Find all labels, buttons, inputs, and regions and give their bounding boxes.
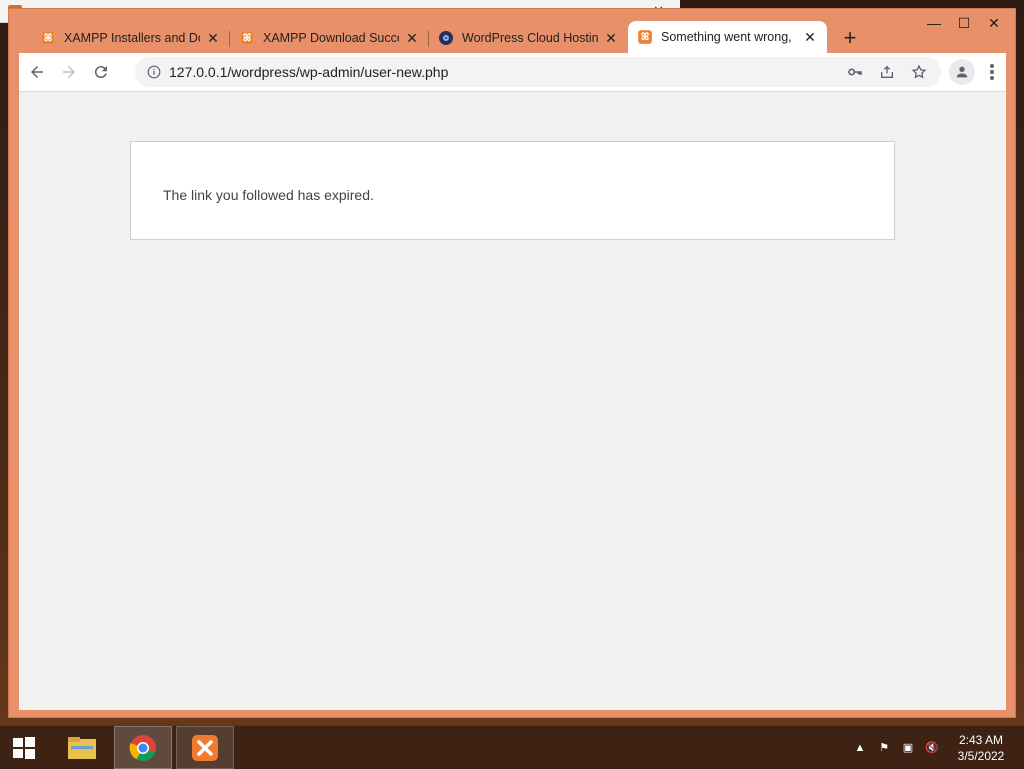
start-button[interactable] — [0, 726, 48, 769]
bookmark-star-icon[interactable] — [903, 64, 935, 80]
person-icon — [956, 66, 968, 78]
share-icon[interactable] — [871, 64, 903, 80]
tab-wordpress-cloud[interactable]: WordPress Cloud Hostin ✕ — [429, 23, 628, 53]
chevron-up-icon[interactable]: ▲ — [848, 742, 872, 754]
system-tray: ▲ ⚑ ▣ 🔇 2:43 AM 3/5/2022 — [848, 726, 1024, 769]
arrow-right-icon — [63, 66, 75, 78]
error-message-box: The link you followed has expired. — [130, 141, 895, 240]
wordpress-cloud-icon — [439, 31, 453, 45]
menu-button[interactable] — [981, 59, 1003, 85]
close-icon[interactable]: ✕ — [979, 11, 1009, 35]
xampp-icon: ꕤ — [240, 31, 254, 45]
close-icon[interactable]: ✕ — [403, 30, 421, 47]
tab-title: Something went wrong, — [661, 30, 792, 44]
tab-something-went-wrong[interactable]: ꕤ Something went wrong, ✕ — [628, 21, 827, 53]
clock-time: 2:43 AM — [958, 732, 1004, 747]
key-icon[interactable] — [839, 64, 871, 80]
tab-title: WordPress Cloud Hostin — [462, 31, 598, 45]
tab-title: XAMPP Installers and Do — [64, 31, 200, 45]
tab-title: XAMPP Download Succe — [263, 31, 399, 45]
volume-muted-icon[interactable]: 🔇 — [920, 741, 944, 754]
close-icon[interactable]: ✕ — [602, 30, 620, 47]
error-message: The link you followed has expired. — [163, 187, 374, 203]
reload-icon — [94, 66, 107, 79]
taskbar-xampp[interactable] — [176, 726, 234, 769]
close-icon[interactable]: ✕ — [801, 29, 819, 46]
windows-icon — [13, 736, 35, 759]
xampp-icon: ꕤ — [41, 31, 55, 45]
xampp-icon: ꕤ — [638, 30, 652, 44]
xampp-icon — [192, 734, 218, 761]
folder-icon — [68, 736, 96, 759]
url-text[interactable]: 127.0.0.1/wordpress/wp-admin/user-new.ph… — [169, 64, 839, 80]
info-icon[interactable] — [139, 65, 169, 79]
window-controls: — ☐ ✕ — [919, 11, 1009, 35]
taskbar-chrome[interactable] — [114, 726, 172, 769]
back-button[interactable] — [23, 58, 51, 86]
page-content: The link you followed has expired. — [19, 92, 1006, 710]
arrow-left-icon — [31, 66, 43, 78]
tab-strip: ꕤ XAMPP Installers and Do ✕ ꕤ XAMPP Down… — [31, 21, 865, 53]
more-vertical-icon — [990, 64, 994, 80]
tab-xampp-installers[interactable]: ꕤ XAMPP Installers and Do ✕ — [31, 23, 230, 53]
close-icon[interactable]: ✕ — [204, 30, 222, 47]
address-bar[interactable]: 127.0.0.1/wordpress/wp-admin/user-new.ph… — [135, 57, 941, 87]
minimize-icon[interactable]: — — [919, 11, 949, 35]
clock[interactable]: 2:43 AM 3/5/2022 — [944, 732, 1018, 764]
reload-button[interactable] — [87, 58, 115, 86]
clock-date: 3/5/2022 — [957, 748, 1005, 763]
profile-avatar[interactable] — [949, 59, 975, 85]
new-tab-button[interactable]: + — [835, 23, 865, 53]
network-icon[interactable]: ▣ — [896, 741, 920, 754]
toolbar: 127.0.0.1/wordpress/wp-admin/user-new.ph… — [19, 53, 1006, 92]
flag-icon[interactable]: ⚑ — [872, 741, 896, 754]
taskbar-file-explorer[interactable] — [58, 726, 106, 769]
tab-xampp-download[interactable]: ꕤ XAMPP Download Succe ✕ — [230, 23, 429, 53]
forward-button[interactable] — [55, 58, 83, 86]
taskbar: ▲ ⚑ ▣ 🔇 2:43 AM 3/5/2022 — [0, 725, 1024, 769]
chrome-icon — [129, 734, 156, 761]
browser-window: — ☐ ✕ ꕤ XAMPP Installers and Do ✕ ꕤ XAMP… — [8, 8, 1016, 718]
maximize-icon[interactable]: ☐ — [949, 11, 979, 35]
